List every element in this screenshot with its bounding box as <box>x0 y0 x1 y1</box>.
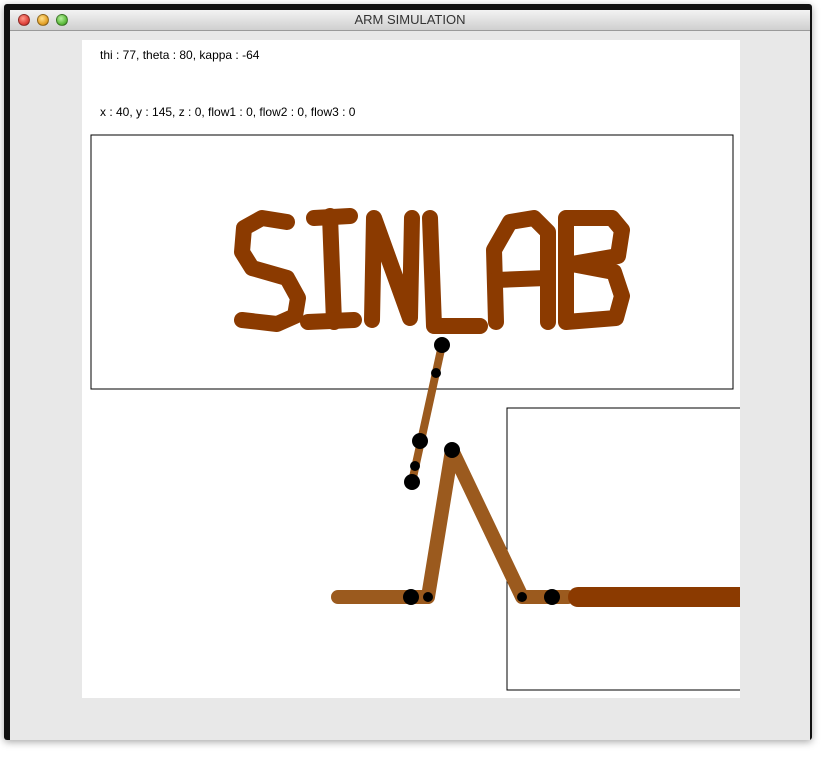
target-area-box <box>506 407 740 691</box>
upper-arm-joint-mid <box>431 368 441 378</box>
base-joint-right-small <box>517 592 527 602</box>
base-joint-left <box>403 589 419 605</box>
sinlab-drawing <box>234 208 630 334</box>
lower-arm <box>331 442 740 607</box>
scene <box>90 134 740 691</box>
window-title: ARM SIMULATION <box>354 12 466 27</box>
upper-arm-joint-end <box>404 474 420 490</box>
upper-arm-joint-elbow <box>412 433 428 449</box>
simulation-canvas[interactable]: thi : 77, theta : 80, kappa : -64 x : 40… <box>82 40 740 698</box>
base-joint-left-small <box>423 592 433 602</box>
upper-arm-joint-top <box>434 337 450 353</box>
app-window: ARM SIMULATION thi : 77, theta : 80, kap… <box>10 10 810 740</box>
upper-arm-joint-low <box>410 461 420 471</box>
title-bar[interactable]: ARM SIMULATION <box>10 10 810 31</box>
base-joint-right <box>544 589 560 605</box>
peak-joint <box>444 442 460 458</box>
